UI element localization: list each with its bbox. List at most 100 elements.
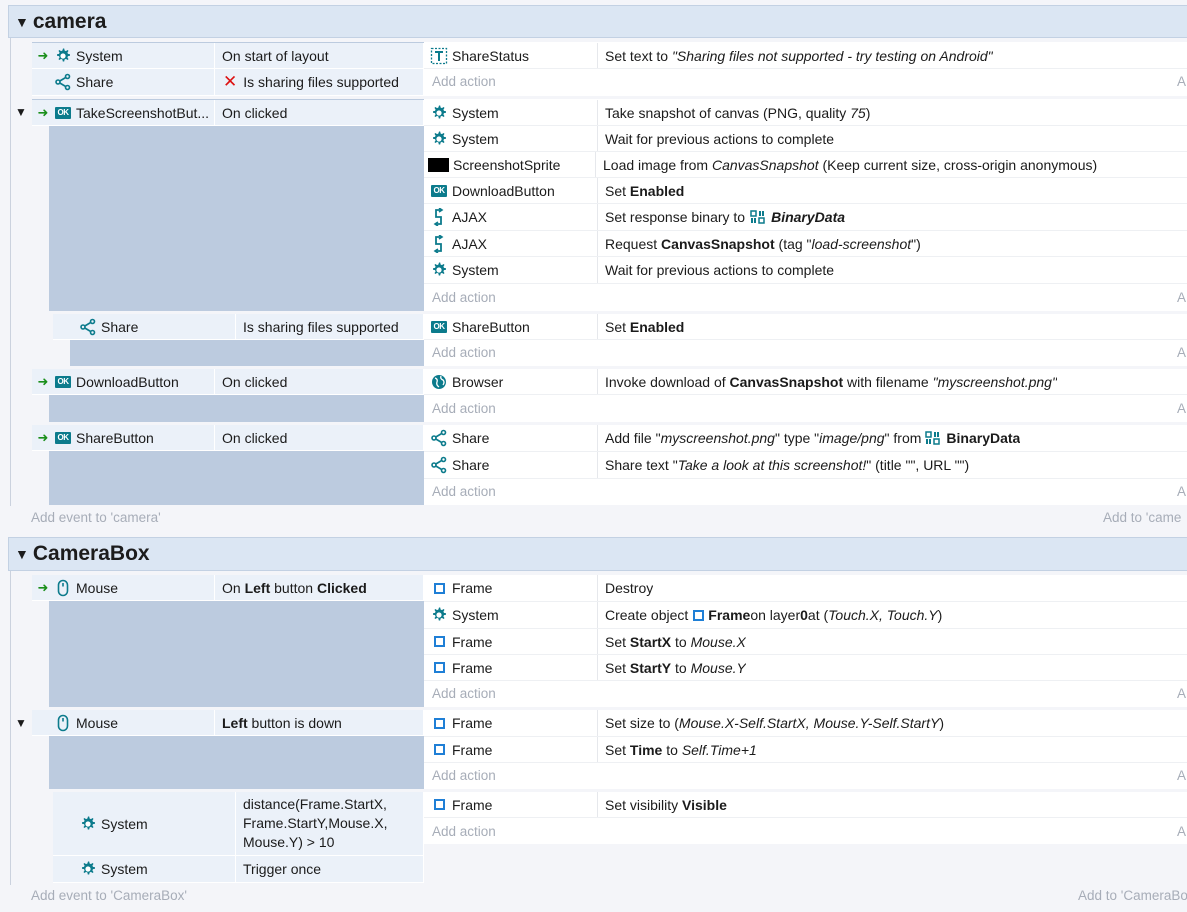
frame-icon	[433, 717, 445, 729]
add-action-link[interactable]: Add action	[432, 484, 496, 499]
mouse-icon	[54, 714, 72, 732]
share-icon	[430, 429, 448, 447]
event-2-action-1[interactable]: System Take snapshot of canvas (PNG, qua…	[424, 100, 1187, 126]
group-header-camera[interactable]: ▼ camera	[8, 5, 1187, 38]
object-name: Frame	[452, 580, 493, 596]
gear-icon	[430, 606, 448, 624]
add-action-link[interactable]: Add action	[432, 686, 496, 701]
binary-data-icon	[749, 208, 767, 226]
share-icon	[54, 73, 72, 91]
ajax-icon	[430, 234, 448, 253]
collapse-triangle-icon[interactable]: ▼	[15, 14, 29, 30]
event-5-action-2[interactable]: System Create object Frame on layer 0 at…	[424, 602, 1187, 629]
event-3-action-1[interactable]: Browser Invoke download of CanvasSnapsho…	[424, 369, 1187, 395]
event-2-sub-condition-1-object[interactable]: Share	[53, 314, 236, 340]
event-3-condition-1-object[interactable]: ➜ OK DownloadButton	[32, 369, 215, 395]
add-action-link-right[interactable]: A	[1177, 484, 1186, 499]
event-2-action-5[interactable]: AJAX Set response binary to BinaryData	[424, 204, 1187, 231]
event-1-action-1[interactable]: ShareStatus Set text to "Sharing files n…	[424, 43, 1187, 69]
collapse-triangle-icon[interactable]: ▼	[15, 716, 27, 730]
object-name: System	[452, 130, 499, 147]
gear-icon	[79, 815, 97, 833]
object-name: System	[452, 262, 499, 278]
add-action-link[interactable]: Add action	[432, 824, 496, 839]
group-header-camerabox[interactable]: ▼ CameraBox	[8, 537, 1187, 571]
event-6-sub-condition-1-object[interactable]: System	[53, 792, 236, 856]
add-action-link-right[interactable]: A	[1177, 401, 1186, 416]
object-name: Frame	[452, 633, 493, 650]
add-to-group-link[interactable]: Add to 'came	[1103, 510, 1181, 525]
event-2-sub-condition-1-text[interactable]: Is sharing files supported	[236, 314, 424, 340]
add-action-link-right[interactable]: A	[1177, 74, 1186, 89]
collapse-triangle-icon[interactable]: ▼	[15, 546, 29, 562]
object-name: System	[452, 104, 499, 121]
event-5-action-4[interactable]: Frame Set StartY to Mouse.Y	[424, 655, 1187, 681]
object-name: Frame	[452, 796, 493, 813]
add-action-link-right[interactable]: A	[1177, 345, 1186, 360]
event-5-action-1[interactable]: Frame Destroy	[424, 575, 1187, 602]
add-action-link-right[interactable]: A	[1177, 824, 1186, 839]
add-action-link-right[interactable]: A	[1177, 768, 1186, 783]
binary-data-icon	[924, 429, 942, 447]
object-name: AJAX	[452, 235, 488, 252]
event-2-action-3[interactable]: ScreenshotSprite Load image from CanvasS…	[424, 152, 1187, 178]
add-event-to-group-link[interactable]: Add event to 'camera'	[31, 510, 161, 525]
add-event-to-group-link[interactable]: Add event to 'CameraBox'	[31, 888, 187, 903]
object-name: Frame	[452, 741, 493, 758]
event-4-action-2[interactable]: Share Share text "Take a look at this sc…	[424, 452, 1187, 479]
trigger-arrow-icon: ➜	[37, 429, 49, 445]
event-6-sub-action-1[interactable]: Frame Set visibility Visible	[424, 792, 1187, 818]
object-name: Mouse	[76, 714, 119, 731]
event-2-action-2[interactable]: System Wait for previous actions to comp…	[424, 126, 1187, 152]
button-icon: OK	[55, 375, 71, 388]
event-4-condition-1-object[interactable]: ➜ OK ShareButton	[32, 425, 215, 451]
object-name: System	[76, 47, 123, 64]
object-name: Frame	[452, 659, 493, 676]
event-2-action-4[interactable]: OK DownloadButton Set Enabled	[424, 178, 1187, 204]
text-icon	[430, 47, 448, 65]
event-1-condition-2-object[interactable]: Share	[32, 69, 215, 96]
event-2-conditions[interactable]	[32, 99, 424, 311]
frame-icon	[433, 582, 445, 594]
event-6-sub-condition-2-text[interactable]: Trigger once	[236, 856, 424, 883]
event-6-sub-condition-1-text[interactable]: distance(Frame.StartX, Frame.StartY,Mous…	[236, 792, 424, 856]
event-6-sub-condition-2-object[interactable]: System	[53, 856, 236, 883]
object-name: Mouse	[76, 579, 119, 596]
event-2-condition-1-object[interactable]: ➜ OK TakeScreenshotBut...	[32, 100, 215, 126]
event-2-sub-action-1[interactable]: OK ShareButton Set Enabled	[424, 314, 1187, 340]
collapse-triangle-icon[interactable]: ▼	[15, 105, 27, 119]
event-5-condition-1-text[interactable]: On Left button Clicked	[215, 575, 424, 601]
event-6-action-1[interactable]: Frame Set size to (Mouse.X-Self.StartX, …	[424, 710, 1187, 737]
button-icon: OK	[431, 320, 447, 333]
event-6-condition-1-text[interactable]: Left button is down	[215, 710, 424, 736]
event-6-condition-1-object[interactable]: Mouse	[32, 710, 215, 736]
event-2-condition-1-text[interactable]: On clicked	[215, 100, 424, 126]
event-5-action-3[interactable]: Frame Set StartX to Mouse.X	[424, 629, 1187, 655]
add-action-link[interactable]: Add action	[432, 768, 496, 783]
button-icon: OK	[55, 106, 71, 119]
add-action-link-right[interactable]: A	[1177, 290, 1186, 305]
event-5-condition-1-object[interactable]: ➜ Mouse	[32, 575, 215, 601]
add-action-link[interactable]: Add action	[432, 345, 496, 360]
object-name: Frame	[452, 715, 493, 731]
event-3-condition-1-text[interactable]: On clicked	[215, 369, 424, 395]
add-action-link[interactable]: Add action	[432, 401, 496, 416]
add-action-link[interactable]: Add action	[432, 74, 496, 89]
object-name: AJAX	[452, 209, 488, 225]
event-1-condition-2-text[interactable]: ✕ Is sharing files supported	[215, 69, 424, 96]
group-title: CameraBox	[32, 542, 150, 565]
add-action-link[interactable]: Add action	[432, 290, 496, 305]
event-1-condition-1-object[interactable]: ➜ System	[32, 43, 215, 69]
event-2-action-7[interactable]: System Wait for previous actions to comp…	[424, 257, 1187, 284]
group-indent-line	[10, 571, 11, 885]
event-4-condition-1-text[interactable]: On clicked	[215, 425, 424, 451]
add-action-link-right[interactable]: A	[1177, 686, 1186, 701]
event-2-action-6[interactable]: AJAX Request CanvasSnapshot (tag "load-s…	[424, 231, 1187, 257]
add-to-group-link[interactable]: Add to 'CameraBo	[1078, 888, 1187, 903]
event-6-action-2[interactable]: Frame Set Time to Self.Time+1	[424, 737, 1187, 763]
object-name: ShareButton	[76, 429, 154, 446]
trigger-arrow-icon: ➜	[37, 104, 49, 120]
event-4-action-1[interactable]: Share Add file " myscreenshot.png " type "…	[424, 425, 1187, 452]
frame-icon	[433, 799, 445, 810]
event-1-condition-1-text[interactable]: On start of layout	[215, 43, 424, 69]
